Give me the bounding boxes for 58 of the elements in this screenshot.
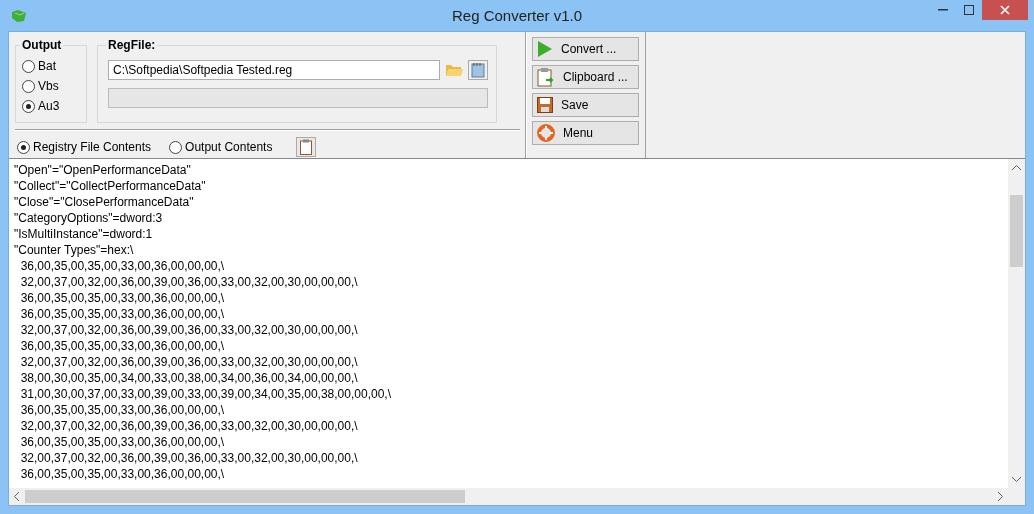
radio-label: Output Contents bbox=[185, 140, 273, 154]
content-line: "Open"="OpenPerformanceData" bbox=[14, 162, 192, 178]
output-radio[interactable]: Vbs bbox=[22, 76, 78, 96]
content-line: "CategoryOptions"=dword:3 bbox=[14, 210, 164, 226]
content-line: 32,00,37,00,32,00,36,00,39,00,36,00,33,00,32,00,30,00,00,00,\ bbox=[19, 354, 359, 370]
content-line: 36,00,35,00,35,00,33,00,36,00,00,00,\ bbox=[19, 338, 226, 354]
content-line: 32,00,37,00,32,00,36,00,39,00,36,00,33,00,32,00,30,00,00,00,\ bbox=[19, 418, 359, 434]
lifebuoy-icon bbox=[537, 124, 555, 142]
radio-label: Registry File Contents bbox=[33, 140, 152, 154]
view-radio[interactable]: Output Contents bbox=[169, 137, 273, 157]
play-icon bbox=[537, 40, 553, 58]
radio-circle[interactable] bbox=[22, 59, 35, 73]
content-line: "Collect"="CollectPerformanceData" bbox=[14, 178, 207, 194]
convert-button[interactable]: Convert ... bbox=[532, 37, 639, 61]
radio-circle[interactable] bbox=[22, 99, 35, 113]
radio-label: Bat bbox=[38, 59, 56, 73]
maximize-icon bbox=[964, 5, 974, 15]
content-line: 36,00,35,00,35,00,33,00,36,00,00,00,\ bbox=[19, 466, 226, 482]
window-title: Reg Converter v1.0 bbox=[451, 7, 583, 24]
content-line: 32,00,37,00,32,00,36,00,39,00,36,00,33,00,32,00,30,00,00,00,\ bbox=[19, 274, 359, 290]
content-line: 36,00,35,00,35,00,33,00,36,00,00,00,\ bbox=[19, 258, 226, 274]
radio-label: Vbs bbox=[38, 79, 59, 93]
regfile-label: RegFile: bbox=[107, 38, 157, 52]
clipboard-button[interactable] bbox=[296, 137, 317, 157]
content-line: 31,00,30,00,37,00,33,00,39,00,33,00,39,00,34,00,35,00,38,00,00,00,\ bbox=[19, 386, 392, 402]
scroll-up-icon[interactable] bbox=[1012, 165, 1021, 171]
minimize-icon bbox=[938, 9, 948, 11]
radio-circle[interactable] bbox=[22, 79, 35, 93]
content-line: 36,00,35,00,35,00,33,00,36,00,00,00,\ bbox=[19, 306, 226, 322]
content-line: 38,00,30,00,35,00,34,00,33,00,38,00,34,00,36,00,34,00,00,00,\ bbox=[19, 370, 359, 386]
output-radio[interactable]: Bat bbox=[22, 56, 78, 76]
clipboard-button[interactable]: Clipboard ... bbox=[532, 65, 639, 89]
content-line: 32,00,37,00,32,00,36,00,39,00,36,00,33,00,32,00,30,00,00,00,\ bbox=[19, 322, 359, 338]
scroll-left-icon[interactable] bbox=[14, 492, 20, 501]
vertical-scroll-thumb[interactable] bbox=[1010, 195, 1023, 267]
content-line: "IsMultiInstance"=dword:1 bbox=[14, 226, 154, 242]
scroll-down-icon[interactable] bbox=[1012, 476, 1021, 482]
content-line: 36,00,35,00,35,00,33,00,36,00,00,00,\ bbox=[19, 290, 226, 306]
view-radio[interactable]: Registry File Contents bbox=[17, 137, 152, 157]
notepad-button[interactable] bbox=[468, 60, 488, 80]
scroll-right-icon[interactable] bbox=[997, 492, 1003, 501]
save-button[interactable]: Save bbox=[532, 93, 639, 117]
clipboard-icon bbox=[537, 67, 555, 87]
horizontal-scroll-thumb[interactable] bbox=[25, 490, 465, 503]
radio-circle[interactable] bbox=[169, 140, 183, 154]
content-line: "Counter Types"=hex:\ bbox=[14, 242, 135, 258]
radio-circle[interactable] bbox=[17, 140, 30, 154]
radio-label: Au3 bbox=[38, 99, 60, 113]
menu-button[interactable]: Menu bbox=[532, 121, 639, 145]
content-line: 36,00,35,00,35,00,33,00,36,00,00,00,\ bbox=[19, 402, 226, 418]
output-radio[interactable]: Au3 bbox=[22, 96, 78, 116]
path-field[interactable]: C:\Softpedia\Softpedia Tested.reg bbox=[108, 60, 440, 80]
app-icon bbox=[10, 8, 28, 23]
output-label: Output bbox=[21, 38, 63, 52]
content-line: "Close"="ClosePerformanceData" bbox=[14, 194, 195, 210]
content-line: 32,00,37,00,32,00,36,00,39,00,36,00,33,00,32,00,30,00,00,00,\ bbox=[19, 450, 359, 466]
close-icon bbox=[1000, 5, 1010, 15]
content-line: 36,00,35,00,35,00,33,00,36,00,00,00,\ bbox=[19, 434, 226, 450]
